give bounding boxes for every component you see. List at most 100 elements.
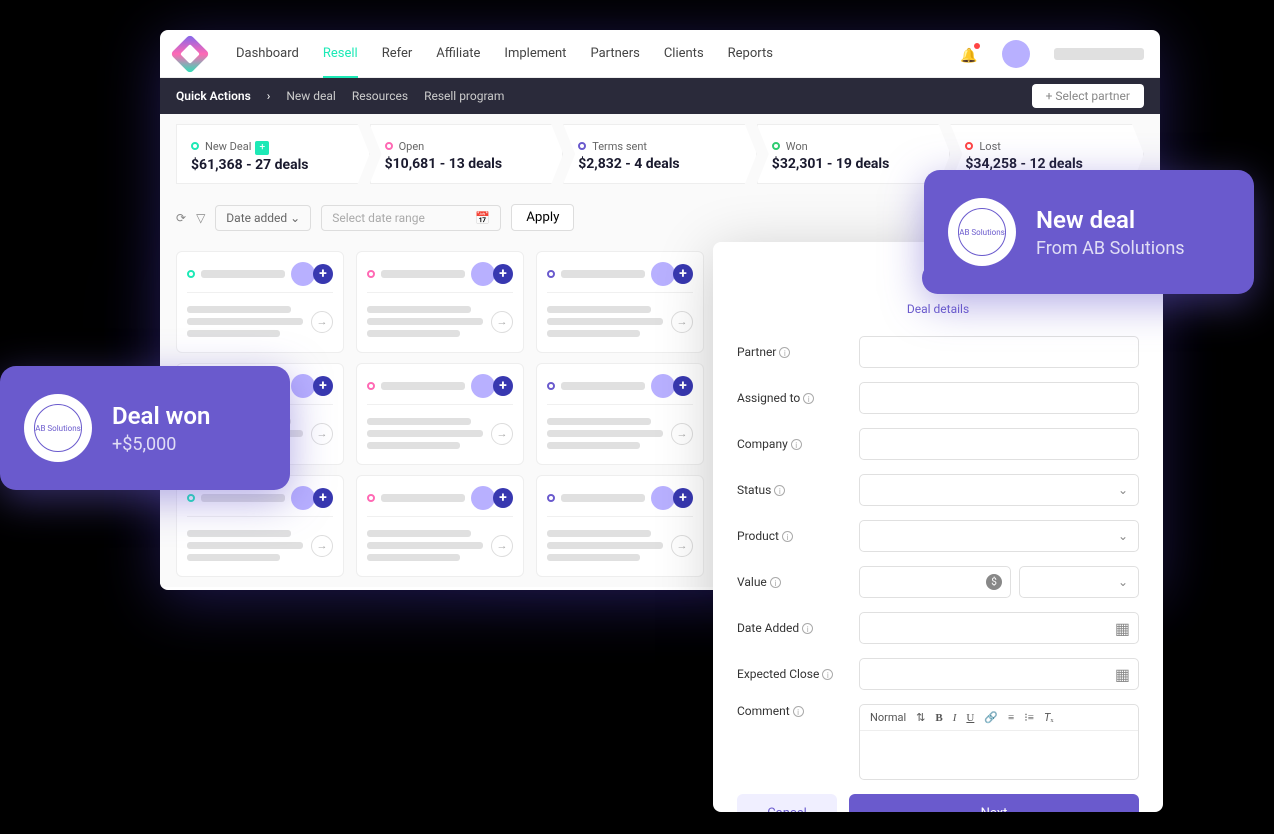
qa-resources[interactable]: Resources bbox=[352, 89, 408, 103]
info-icon[interactable]: i bbox=[791, 439, 802, 450]
info-icon[interactable]: i bbox=[779, 347, 790, 358]
deal-card[interactable]: +→ bbox=[536, 475, 704, 577]
info-icon[interactable]: i bbox=[770, 577, 781, 588]
avatar-icon bbox=[471, 374, 495, 398]
ordered-list-icon[interactable]: ≡ bbox=[1008, 712, 1014, 724]
status-dot-icon bbox=[547, 382, 555, 390]
add-member-icon[interactable]: + bbox=[313, 488, 333, 508]
nav-clients[interactable]: Clients bbox=[664, 46, 704, 61]
assigned-field[interactable] bbox=[859, 382, 1139, 414]
deal-card[interactable]: +→ bbox=[176, 251, 344, 353]
info-icon[interactable]: i bbox=[782, 531, 793, 542]
chevron-updown-icon: ⇅ bbox=[916, 711, 925, 724]
qa-resell-program[interactable]: Resell program bbox=[424, 89, 504, 103]
add-member-icon[interactable]: + bbox=[673, 376, 693, 396]
add-member-icon[interactable]: + bbox=[493, 264, 513, 284]
cancel-button[interactable]: Cancel bbox=[737, 794, 837, 812]
company-field[interactable] bbox=[859, 428, 1139, 460]
refresh-icon[interactable]: ⟳ bbox=[176, 211, 186, 225]
arrow-right-icon[interactable]: → bbox=[311, 535, 333, 557]
notifications-icon[interactable] bbox=[960, 45, 978, 63]
arrow-right-icon[interactable]: → bbox=[671, 423, 693, 445]
user-avatar[interactable] bbox=[1002, 40, 1030, 68]
arrow-right-icon[interactable]: → bbox=[671, 311, 693, 333]
italic-icon[interactable]: I bbox=[953, 712, 957, 724]
info-icon[interactable]: i bbox=[802, 623, 813, 634]
filter-icon[interactable]: ▽ bbox=[196, 211, 205, 225]
arrow-right-icon[interactable]: → bbox=[491, 311, 513, 333]
add-member-icon[interactable]: + bbox=[493, 376, 513, 396]
add-member-icon[interactable]: + bbox=[313, 264, 333, 284]
info-icon[interactable]: i bbox=[774, 485, 785, 496]
qa-new-deal[interactable]: New deal bbox=[286, 89, 336, 103]
comment-editor[interactable]: Normal ⇅ B I U 🔗 ≡ ⁝≡ Tₓ bbox=[859, 704, 1139, 780]
unordered-list-icon[interactable]: ⁝≡ bbox=[1024, 711, 1034, 724]
comment-textarea[interactable] bbox=[860, 731, 1138, 779]
avatar-icon bbox=[471, 486, 495, 510]
arrow-right-icon[interactable]: → bbox=[671, 535, 693, 557]
arrow-right-icon[interactable]: → bbox=[311, 311, 333, 333]
stage-won[interactable]: Won $32,301 - 19 deals bbox=[757, 124, 951, 184]
step-label: Deal details bbox=[737, 302, 1139, 316]
status-dot-icon bbox=[367, 494, 375, 502]
add-member-icon[interactable]: + bbox=[673, 264, 693, 284]
stage-open[interactable]: Open $10,681 - 13 deals bbox=[370, 124, 564, 184]
user-name-placeholder bbox=[1054, 48, 1144, 60]
avatar-icon bbox=[651, 374, 675, 398]
expected-close-field[interactable]: ▦ bbox=[859, 658, 1139, 690]
deal-card[interactable]: +→ bbox=[536, 363, 704, 465]
info-icon[interactable]: i bbox=[803, 393, 814, 404]
app-logo bbox=[170, 34, 210, 74]
underline-icon[interactable]: U bbox=[966, 712, 974, 724]
avatar-icon bbox=[651, 486, 675, 510]
nav-partners[interactable]: Partners bbox=[590, 46, 639, 61]
status-dot-icon bbox=[187, 270, 195, 278]
link-icon[interactable]: 🔗 bbox=[984, 711, 998, 724]
deal-card[interactable]: +→ bbox=[176, 475, 344, 577]
deal-card[interactable]: +→ bbox=[356, 475, 524, 577]
nav-reports[interactable]: Reports bbox=[728, 46, 773, 61]
add-member-icon[interactable]: + bbox=[673, 488, 693, 508]
currency-select[interactable]: ⌄ bbox=[1019, 566, 1139, 598]
stage-terms-sent[interactable]: Terms sent $2,832 - 4 deals bbox=[563, 124, 757, 184]
arrow-right-icon[interactable]: → bbox=[311, 423, 333, 445]
info-icon[interactable]: i bbox=[793, 706, 804, 717]
date-added-field[interactable]: ▦ bbox=[859, 612, 1139, 644]
arrow-right-icon[interactable]: → bbox=[491, 535, 513, 557]
avatar-icon bbox=[291, 486, 315, 510]
arrow-right-icon[interactable]: → bbox=[491, 423, 513, 445]
apply-button[interactable]: Apply bbox=[511, 204, 574, 231]
add-member-icon[interactable]: + bbox=[313, 376, 333, 396]
label-company: Companyi bbox=[737, 437, 847, 451]
bold-icon[interactable]: B bbox=[935, 712, 942, 724]
info-icon[interactable]: i bbox=[822, 669, 833, 680]
next-button[interactable]: Next bbox=[849, 794, 1139, 812]
nav-refer[interactable]: Refer bbox=[382, 46, 413, 61]
deal-card[interactable]: +→ bbox=[536, 251, 704, 353]
label-partner: Partneri bbox=[737, 345, 847, 359]
nav-resell[interactable]: Resell bbox=[323, 46, 358, 78]
sort-select[interactable]: Date added ⌄ bbox=[215, 205, 311, 231]
nav-implement[interactable]: Implement bbox=[504, 46, 566, 61]
stage-new-deal[interactable]: New Deal+ $61,368 - 27 deals bbox=[176, 124, 370, 184]
callout-amount: +$5,000 bbox=[112, 434, 210, 455]
top-nav: Dashboard Resell Refer Affiliate Impleme… bbox=[160, 30, 1160, 78]
label-value: Valuei bbox=[737, 575, 847, 589]
dollar-icon: $ bbox=[986, 574, 1002, 590]
deal-card[interactable]: +→ bbox=[356, 363, 524, 465]
date-range-input[interactable]: Select date range📅 bbox=[321, 205, 501, 231]
add-member-icon[interactable]: + bbox=[493, 488, 513, 508]
status-select[interactable]: ⌄ bbox=[859, 474, 1139, 506]
product-select[interactable]: ⌄ bbox=[859, 520, 1139, 552]
value-field[interactable]: $ bbox=[859, 566, 1011, 598]
label-date-added: Date Addedi bbox=[737, 621, 847, 635]
status-dot-icon bbox=[547, 270, 555, 278]
deal-card[interactable]: +→ bbox=[356, 251, 524, 353]
nav-affiliate[interactable]: Affiliate bbox=[436, 46, 480, 61]
callout-new-deal: AB Solutions New deal From AB Solutions bbox=[924, 170, 1254, 294]
partner-field[interactable] bbox=[859, 336, 1139, 368]
format-select[interactable]: Normal bbox=[870, 711, 906, 724]
nav-dashboard[interactable]: Dashboard bbox=[236, 46, 299, 61]
select-partner-button[interactable]: + Select partner bbox=[1032, 84, 1144, 108]
clear-format-icon[interactable]: Tₓ bbox=[1044, 711, 1054, 724]
